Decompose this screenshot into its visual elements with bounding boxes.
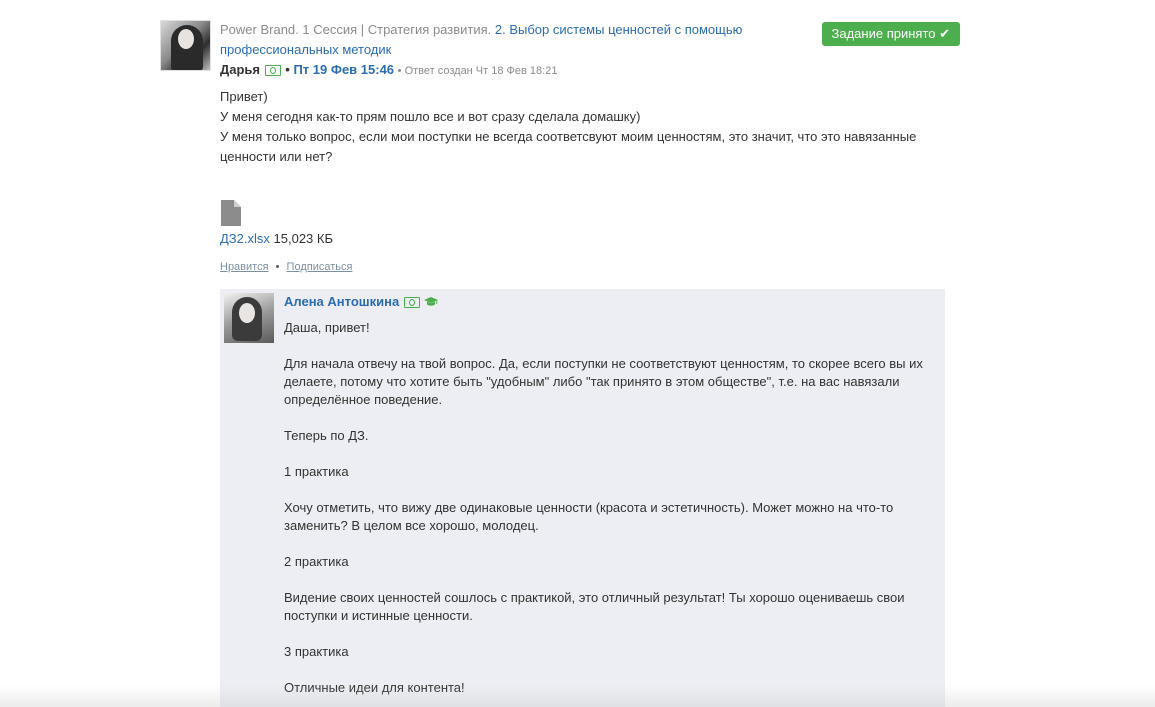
reply-paragraph: Для начала отвечу на твой вопрос. Да, ес… [284, 355, 923, 407]
reply-author-line: Алена Антошкина [284, 293, 940, 312]
attachment-line: ДЗ2.xlsx 15,023 КБ [220, 229, 960, 249]
reply-author-avatar[interactable] [224, 293, 274, 343]
post-date-link[interactable]: Пт 19 Фев 15:46 [293, 62, 394, 77]
post-author-name[interactable]: Дарья [220, 62, 260, 77]
post-line: Привет) [220, 89, 268, 104]
reply-body: Даша, привет! Для начала отвечу на твой … [284, 319, 940, 697]
file-icon[interactable] [220, 199, 242, 227]
bottom-scroll-fade [0, 685, 1155, 707]
reply-paragraph: Хочу отметить, что вижу две одинаковые ц… [284, 499, 894, 533]
reply-paragraph: Даша, привет! [284, 319, 370, 335]
like-link[interactable]: Нравится [220, 261, 269, 273]
post-body: Привет) У меня сегодня как-то прям пошло… [220, 87, 960, 167]
money-icon [403, 297, 420, 309]
breadcrumb-course: Power Brand. 1 Сессия | Стратегия развит… [220, 22, 492, 37]
attachment-file-link[interactable]: ДЗ2.xlsx [220, 231, 270, 246]
page: Задание принято ✔ Power Brand. 1 Сессия … [0, 0, 1155, 707]
post-content: Задание принято ✔ Power Brand. 1 Сессия … [220, 20, 960, 275]
reply-paragraph: 3 практика [284, 643, 349, 659]
actions-separator: • [275, 261, 280, 273]
reply-author-name[interactable]: Алена Антошкина [284, 294, 399, 309]
avatar-face [239, 303, 255, 323]
breadcrumb: Power Brand. 1 Сессия | Стратегия развит… [220, 20, 810, 60]
graduation-cap-icon [424, 294, 439, 312]
subscribe-link[interactable]: Подписаться [287, 261, 353, 273]
attachment-file-size: 15,023 КБ [273, 231, 333, 246]
reply-paragraph: 2 практика [284, 553, 349, 569]
post-line: У меня только вопрос, если мои поступки … [220, 129, 917, 164]
post-line: У меня сегодня как-то прям пошло все и в… [220, 109, 641, 124]
teacher-reply: Алена Антошкина Даша, привет! Для начала… [220, 289, 945, 707]
money-icon [264, 65, 281, 77]
post-actions: Нравится • Подписаться [220, 259, 960, 275]
reply-paragraph: Теперь по ДЗ. [284, 427, 369, 443]
avatar-face [178, 29, 194, 49]
reply-content: Алена Антошкина Даша, привет! Для начала… [284, 293, 940, 707]
author-avatar[interactable] [160, 20, 211, 71]
reply-paragraph: 1 практика [284, 463, 349, 479]
task-accepted-button[interactable]: Задание принято ✔ [821, 22, 960, 46]
attachment: ДЗ2.xlsx 15,023 КБ [220, 199, 960, 249]
post-meta: Дарья • Пт 19 Фев 15:46 • Ответ создан Ч… [220, 60, 960, 81]
meta-separator: • [285, 62, 290, 77]
reply-paragraph: Видение своих ценностей сошлось с практи… [284, 589, 905, 623]
post-created-date: • Ответ создан Чт 18 Фев 18:21 [397, 65, 558, 77]
